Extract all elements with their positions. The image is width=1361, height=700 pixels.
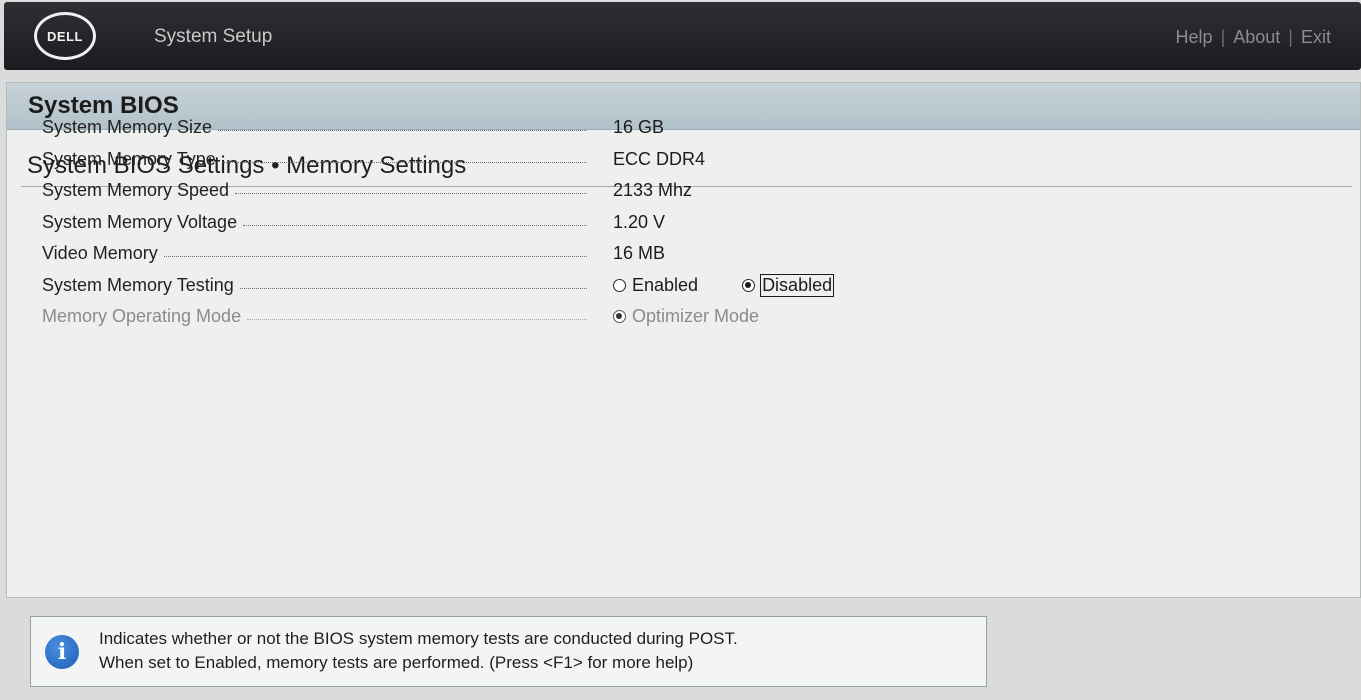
setting-value: ECC DDR4 <box>613 148 706 169</box>
setting-label: System Memory Type <box>42 148 216 169</box>
dot-leader <box>218 130 587 132</box>
setting-label-wrap: System Memory Testing <box>42 275 587 296</box>
option-label: Enabled <box>632 274 699 295</box>
setting-row-memory-type[interactable]: System Memory Type ECC DDR4 <box>42 144 1042 176</box>
dot-leader <box>239 287 587 289</box>
setting-label: System Memory Testing <box>42 274 234 295</box>
setting-label-wrap: Video Memory <box>42 243 587 264</box>
help-line: When set to Enabled, memory tests are pe… <box>99 653 694 672</box>
setting-label-wrap: System Memory Size <box>42 117 587 138</box>
setting-label-wrap: System Memory Type <box>42 149 587 170</box>
setting-label: Video Memory <box>42 243 158 264</box>
settings-list: System Memory Size 16 GB System Memory T… <box>42 112 1042 333</box>
setting-label-wrap: Memory Operating Mode <box>42 306 587 327</box>
setting-label: System Memory Speed <box>42 180 230 201</box>
help-line: Indicates whether or not the BIOS system… <box>99 629 738 648</box>
setting-label: System Memory Voltage <box>42 211 238 232</box>
exit-link[interactable]: Exit <box>1301 27 1331 48</box>
setting-label-wrap: System Memory Speed <box>42 180 587 201</box>
setting-label: Memory Operating Mode <box>42 306 242 327</box>
header-bar: DELL System Setup Help | About | Exit <box>4 2 1361 70</box>
setting-row-video-memory[interactable]: Video Memory 16 MB <box>42 238 1042 270</box>
setting-value: 2133 Mhz <box>613 180 693 201</box>
radio-off-icon <box>613 278 626 292</box>
setting-row-memory-speed[interactable]: System Memory Speed 2133 Mhz <box>42 175 1042 207</box>
setting-label: System Memory Size <box>42 117 213 138</box>
setting-row-memory-testing[interactable]: System Memory Testing Enabled Disabled <box>42 270 1042 302</box>
radio-on-icon <box>742 278 756 292</box>
about-link[interactable]: About <box>1233 27 1280 48</box>
dot-leader <box>247 319 587 321</box>
memory-testing-options: Enabled Disabled <box>613 273 835 297</box>
setting-label-wrap: System Memory Voltage <box>42 212 587 233</box>
setting-row-memory-voltage[interactable]: System Memory Voltage 1.20 V <box>42 207 1042 239</box>
setting-row-memory-operating-mode: Memory Operating Mode Optimizer Mode <box>42 301 1042 333</box>
optimizer-mode-radio: Optimizer Mode <box>613 306 759 327</box>
dot-leader <box>235 193 587 195</box>
setting-value: 16 GB <box>613 117 665 138</box>
dell-logo: DELL <box>34 12 96 60</box>
setting-row-memory-size[interactable]: System Memory Size 16 GB <box>42 112 1042 144</box>
setting-value: 1.20 V <box>613 211 666 232</box>
dot-leader <box>221 161 587 163</box>
dot-leader <box>163 256 587 258</box>
header-links: Help | About | Exit <box>1176 27 1331 48</box>
help-box: i Indicates whether or not the BIOS syst… <box>30 616 987 687</box>
help-text: Indicates whether or not the BIOS system… <box>99 627 738 675</box>
help-link[interactable]: Help <box>1176 27 1213 48</box>
memory-testing-disabled-radio[interactable]: Disabled <box>742 273 835 297</box>
dot-leader <box>243 224 587 226</box>
memory-operating-mode-options: Optimizer Mode <box>613 306 759 327</box>
link-separator: | <box>1288 27 1293 47</box>
link-separator: | <box>1220 27 1226 47</box>
setting-value: 16 MB <box>613 243 666 264</box>
app-title: System Setup <box>154 26 273 47</box>
radio-on-icon <box>613 310 626 324</box>
info-icon: i <box>45 635 79 669</box>
option-label: Disabled <box>760 273 835 297</box>
memory-testing-enabled-radio[interactable]: Enabled <box>613 275 698 296</box>
option-label: Optimizer Mode <box>632 306 760 327</box>
